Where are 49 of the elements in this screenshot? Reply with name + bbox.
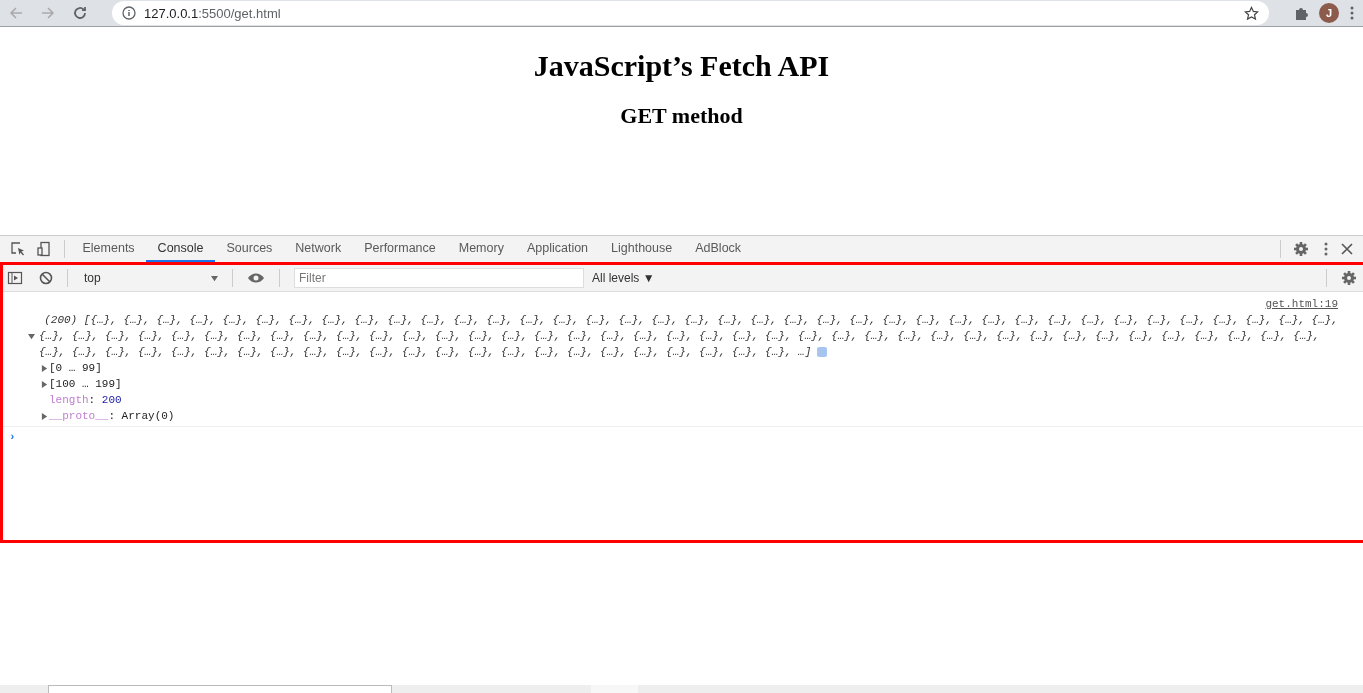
array-range: [100 … 199] xyxy=(49,377,122,392)
devtools-tab[interactable]: Application xyxy=(515,236,600,262)
devtools-tab[interactable]: Console xyxy=(146,236,215,262)
property-value: : Array(0) xyxy=(108,409,175,424)
array-preview: (200) [{…}, {…}, {…}, {…}, {…}, {…}, {…}, {…}, {…}, {…}, {…}, {…}, {…}, {…}, {…}, {…}, {…}, {…}, {…}, {…}, {…}, {…}, {…}, {…}, {…}, {…}, {…}, {…}, {…}, {…}, {…}, {…}, {…}, {…}, {…}, {…}, {…}, {…}, xyxy=(43,313,1338,328)
devtools-tab[interactable]: AdBlock xyxy=(683,236,753,262)
array-range: [0 … 99] xyxy=(49,361,102,376)
settings-icon[interactable] xyxy=(1293,241,1309,257)
puzzle-icon[interactable] xyxy=(1293,5,1309,21)
property-key: length xyxy=(49,392,89,408)
caret-icon xyxy=(211,274,218,282)
array-preview: {…}, {…}, {…}, {…}, {…}, {…}, {…}, {…}, {…}, {…}, {…}, {…}, {…}, {…}, {…}, {…}, {…}, {…}, {…}, {…}, {…}, {…}, {…}, …] xyxy=(38,345,812,360)
more-icon[interactable] xyxy=(1323,241,1329,257)
context-select[interactable]: top xyxy=(82,271,218,285)
devtools-tab[interactable]: Elements xyxy=(71,236,147,262)
sidebar-toggle-icon[interactable] xyxy=(7,270,23,286)
devtools-tab[interactable]: Performance xyxy=(352,236,448,262)
devtools-tab[interactable]: Lighthouse xyxy=(599,236,684,262)
address-bar[interactable]: 127.0.0.1:5500/get.html xyxy=(112,1,1269,25)
avatar[interactable]: J xyxy=(1319,3,1339,23)
devtools-tab[interactable]: Network xyxy=(283,236,353,262)
levels-dropdown[interactable]: All levels ▼ xyxy=(592,271,655,285)
triangle-icon[interactable] xyxy=(40,412,48,420)
triangle-icon[interactable] xyxy=(40,364,48,372)
device-icon[interactable] xyxy=(36,241,52,257)
star-icon[interactable] xyxy=(1244,5,1259,21)
colon: : xyxy=(88,393,96,408)
property-value: 200 xyxy=(101,393,122,408)
info-icon xyxy=(122,6,136,20)
settings-icon[interactable] xyxy=(1341,270,1357,286)
triangle-icon[interactable] xyxy=(40,380,48,388)
array-preview: {…}, {…}, {…}, {…}, {…}, {…}, {…}, {…}, {…}, {…}, {…}, {…}, {…}, {…}, {…}, {…}, {…}, {…}, {…}, {…}, {…}, {…}, {…}, {…}, {…}, {…}, {…}, {…}, {…}, {…}, {…}, {…}, {…}, {…}, {…}, {…}, {…}, {…}, {…}, xyxy=(38,329,1320,344)
close-icon[interactable] xyxy=(1341,243,1353,255)
reload-icon[interactable] xyxy=(72,5,88,21)
triangle-icon[interactable] xyxy=(27,332,35,340)
inspect-icon[interactable] xyxy=(10,241,26,257)
devtools-tab[interactable]: Sources xyxy=(215,236,284,262)
info-icon xyxy=(817,347,828,357)
page-subtitle: GET method xyxy=(620,103,743,129)
page-title: JavaScript’s Fetch API xyxy=(533,49,830,83)
url-text: 127.0.0.1:5500/get.html xyxy=(144,5,281,21)
menu-icon[interactable] xyxy=(1349,5,1355,21)
eye-icon[interactable] xyxy=(247,272,265,284)
source-link[interactable]: get.html:19 xyxy=(1265,296,1338,312)
clear-icon[interactable] xyxy=(39,271,53,285)
prompt-caret: › xyxy=(8,430,17,445)
filter-field[interactable]: Filter xyxy=(294,268,584,288)
devtools-tab[interactable]: Memory xyxy=(447,236,516,262)
property-key: __proto__ xyxy=(49,408,109,424)
